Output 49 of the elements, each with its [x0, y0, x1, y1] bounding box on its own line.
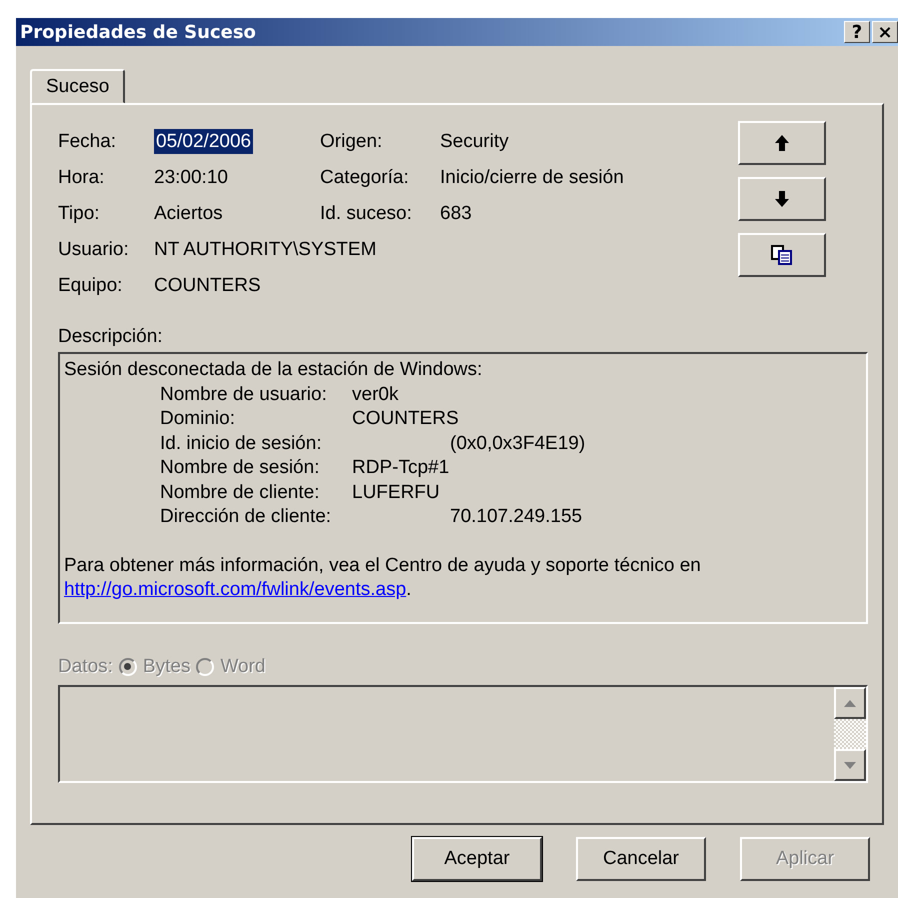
- dialog-button[interactable]: Cancelar: [576, 837, 706, 881]
- field-label: Equipo:: [58, 274, 122, 298]
- field-label: Id. suceso:: [320, 202, 412, 226]
- field-value: COUNTERS: [154, 274, 261, 298]
- detail-label: Nombre de usuario:: [160, 382, 328, 406]
- dialog-button[interactable]: Aceptar: [412, 837, 542, 881]
- scroll-down-icon: [844, 762, 856, 768]
- detail-value: (0x0,0x3F4E19): [450, 432, 586, 456]
- field-value: Security: [440, 130, 509, 154]
- detail-value: ver0k: [352, 382, 398, 406]
- detail-value: 70.107.249.155: [450, 505, 582, 529]
- title-bar-button[interactable]: ?: [844, 21, 870, 43]
- copy-button[interactable]: [738, 233, 826, 277]
- detail-label: Id. inicio de sesión:: [160, 432, 323, 456]
- window-title: Propiedades de Suceso: [20, 22, 256, 42]
- scrollbar[interactable]: [834, 687, 866, 781]
- field-value: Aciertos: [154, 202, 223, 226]
- detail-label: Dominio:: [160, 407, 236, 431]
- field-label: Usuario:: [58, 238, 129, 262]
- down-arrow-icon: [775, 191, 789, 207]
- detail-value: RDP-Tcp#1: [352, 456, 450, 480]
- scroll-up-icon: [844, 700, 856, 706]
- field-label: Fecha:: [58, 130, 116, 154]
- field-value: 23:00:10: [154, 166, 228, 190]
- help-link[interactable]: http://go.microsoft.com/fwlink/events.asp: [64, 579, 406, 600]
- tab[interactable]: Suceso: [30, 69, 126, 104]
- title-bar-button[interactable]: ×: [872, 21, 898, 43]
- up-arrow-icon: [775, 135, 789, 151]
- next-button[interactable]: [738, 177, 826, 221]
- link-period: .: [406, 579, 412, 600]
- copy-icon: [771, 245, 793, 265]
- field-value: 683: [440, 202, 472, 226]
- field-label: Categoría:: [320, 166, 409, 190]
- field-label: Hora:: [58, 166, 104, 190]
- data-label: Datos:: [58, 655, 113, 679]
- detail-label: Nombre de cliente:: [160, 480, 320, 504]
- field-label: Tipo:: [58, 202, 100, 226]
- previous-button[interactable]: [738, 121, 826, 165]
- detail-label: Dirección de cliente:: [160, 505, 332, 529]
- field-value: Inicio/cierre de sesión: [440, 166, 624, 190]
- description-label: Descripción:: [58, 325, 164, 349]
- detail-label: Nombre de sesión:: [160, 456, 320, 480]
- help-text: Para obtener más información, vea el Centro de ayuda y soporte técnico en: [64, 554, 702, 578]
- description-heading: Sesión desconectada de la estación de Windows:: [64, 358, 484, 382]
- field-label: Origen:: [320, 130, 382, 154]
- field-value: 05/02/2006: [154, 129, 254, 154]
- field-value: NT AUTHORITY\SYSTEM: [154, 238, 376, 262]
- detail-value: LUFERFU: [352, 480, 440, 504]
- detail-value: COUNTERS: [352, 407, 459, 431]
